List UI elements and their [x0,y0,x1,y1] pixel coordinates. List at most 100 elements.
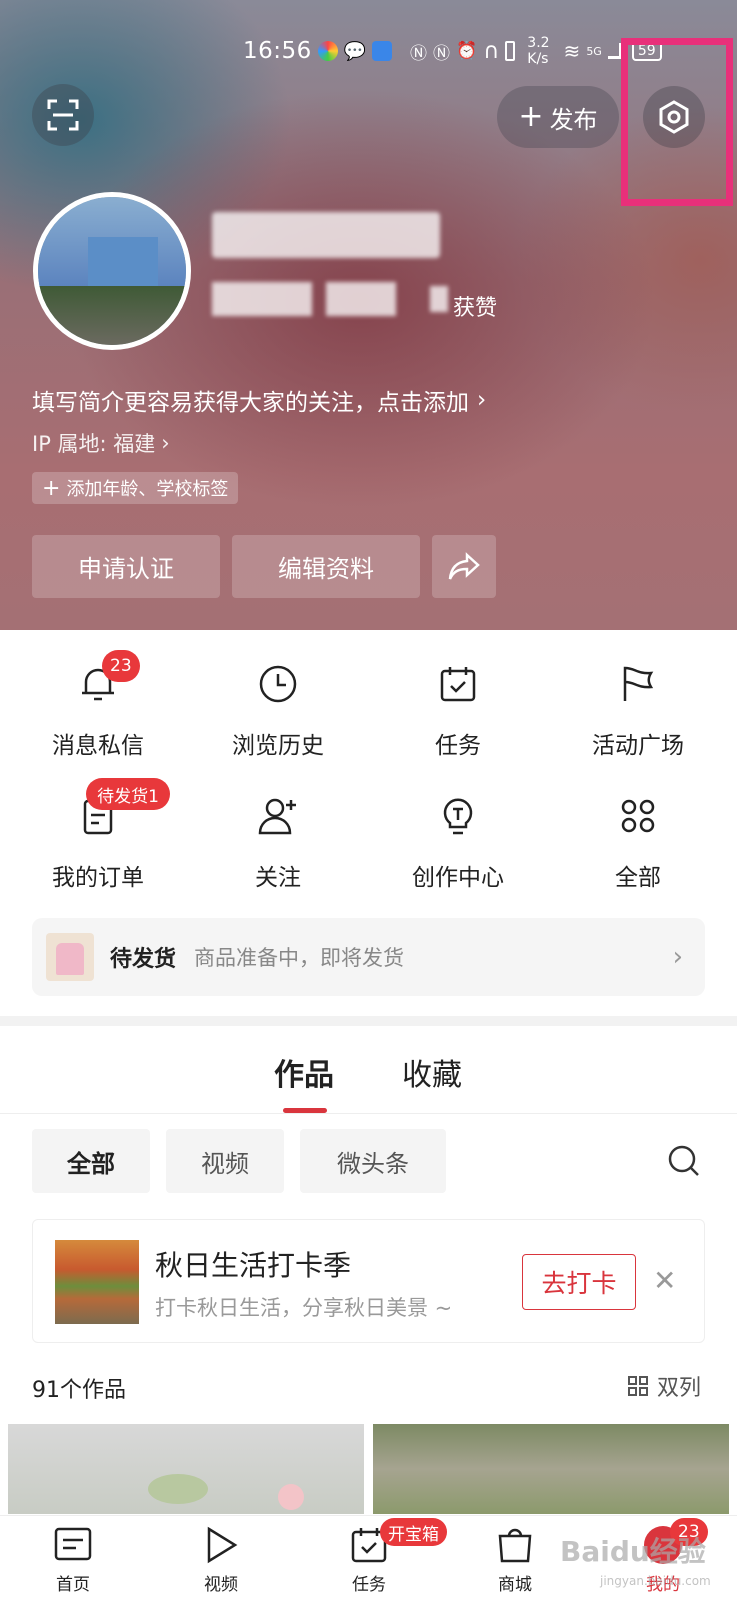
battery-small-icon [505,41,516,61]
treasure-badge: 开宝箱 [380,1518,447,1546]
grid-item-label: 我的订单 [52,865,144,891]
grid-item-label: 任务 [435,733,481,759]
grid-item-history[interactable]: 浏览历史 [186,660,370,760]
add-tags-label: 添加年龄、学校标签 [66,479,229,500]
status-time: 16:56 [243,38,312,64]
nav-label: 任务 [352,1575,386,1595]
works-count: 91个作品 [32,1378,126,1403]
share-button[interactable] [432,535,496,598]
layout-toggle[interactable]: 双列 [627,1370,701,1402]
search-icon [668,1145,699,1176]
grid-item-label: 消息私信 [52,733,144,759]
scan-button[interactable] [32,84,94,146]
bio-prompt[interactable]: 填写简介更容易获得大家的关注，点击添加 › [32,383,486,417]
product-thumbnail [46,933,94,981]
pending-title: 待发货 [110,947,177,972]
n-icon: Ⓝ [433,43,450,64]
nav-video[interactable]: 视频 [166,1526,276,1595]
edit-profile-button[interactable]: 编辑资料 [232,535,420,598]
verify-button[interactable]: 申请认证 [32,535,220,598]
publish-button[interactable]: + 发布 [497,86,619,148]
section-divider [0,1016,737,1026]
grid-item-label: 创作中心 [412,865,504,891]
status-bar: 16:56 💬 [243,36,393,66]
watermark: Baidu经验 [560,1535,706,1568]
grid-item-label: 关注 [255,865,301,891]
nav-task[interactable]: 任务 开宝箱 [314,1518,447,1595]
nfc-icon: Ⓝ [410,43,427,64]
grid-item-follow[interactable]: 关注 [186,792,370,892]
grid-item-creator[interactable]: 创作中心 [366,792,550,892]
add-tags-button[interactable]: + 添加年龄、学校标签 [32,472,239,504]
stats-redacted [326,282,396,316]
filter-all-label: 全部 [67,1149,115,1178]
avatar[interactable] [33,192,191,350]
ip-text: IP 属地: 福建 [32,432,156,456]
tab-favorites[interactable]: 收藏 [402,1050,462,1094]
likes-count-redacted [430,286,448,312]
grid-item-orders[interactable]: 待发货1 我的订单 [6,778,190,892]
username-redacted [212,212,440,258]
signal-label: 5G [586,44,602,58]
grid-item-all[interactable]: 全部 [546,792,730,892]
wifi-icon: ≋ [563,39,581,63]
ip-location[interactable]: IP 属地: 福建 › [32,428,170,458]
grid-icon [621,799,655,833]
banner-image [55,1240,139,1324]
signal-icon [607,43,622,59]
filter-micro-label: 微头条 [337,1149,409,1178]
app-icon [372,41,393,61]
grid-item-messages[interactable]: 23 消息私信 [6,650,190,760]
scan-icon [47,99,79,131]
app-notify-icon [317,41,338,61]
nav-label: 首页 [56,1575,90,1595]
likes-label: 获赞 [453,296,498,321]
bulb-icon [443,798,473,835]
net-speed: 3.2 K/s [527,35,550,67]
play-icon [207,1526,238,1564]
tab-works[interactable]: 作品 [274,1050,334,1094]
publish-label: 发布 [549,105,598,134]
message-badge: 23 [102,650,140,682]
pending-subtitle: 商品准备中，即将发货 [194,946,405,970]
stats-redacted [212,282,312,316]
work-thumbnail[interactable] [8,1424,364,1514]
share-icon [448,551,480,580]
bag-icon [498,1528,532,1563]
search-button[interactable] [666,1143,702,1183]
clock-icon [259,665,297,703]
plus-icon: + [518,99,544,134]
grid-item-tasks[interactable]: 任务 [366,660,550,760]
filter-micro[interactable]: 微头条 [300,1129,446,1193]
checkin-button[interactable]: 去打卡 [522,1254,636,1310]
nav-label: 视频 [204,1575,238,1595]
autumn-banner[interactable]: 秋日生活打卡季 打卡秋日生活，分享秋日美景 ~ 去打卡 ✕ [32,1219,705,1343]
grid-item-activity[interactable]: 活动广场 [546,660,730,760]
filter-video-label: 视频 [201,1149,249,1178]
chevron-right-icon: › [161,431,170,455]
watermark-url: jingyan.baidu.com [600,1574,711,1588]
dual-column-icon [628,1376,648,1396]
nav-home[interactable]: 首页 [18,1526,128,1595]
work-thumbnail[interactable] [373,1424,729,1514]
close-icon[interactable]: ✕ [653,1264,676,1297]
grid-item-label: 浏览历史 [232,733,324,759]
grid-item-label: 全部 [615,865,661,891]
checkin-label: 去打卡 [541,1269,617,1298]
highlight-box [621,38,733,206]
wechat-icon: 💬 [343,40,367,62]
home-icon [54,1527,92,1561]
nav-label: 商城 [498,1575,532,1595]
banner-title: 秋日生活打卡季 [155,1249,352,1282]
verify-label: 申请认证 [78,555,174,583]
pending-shipment-card[interactable]: 待发货 商品准备中，即将发货 › [32,918,705,996]
nav-mall[interactable]: 商城 [460,1526,570,1595]
filter-video[interactable]: 视频 [166,1129,284,1193]
headphone-icon: ∩ [483,38,500,64]
flag-icon [623,666,654,701]
tab-divider [0,1113,737,1114]
layout-label: 双列 [657,1376,702,1401]
plus-icon: + [42,475,61,501]
filter-all[interactable]: 全部 [32,1129,150,1193]
chevron-right-icon: › [477,387,487,413]
